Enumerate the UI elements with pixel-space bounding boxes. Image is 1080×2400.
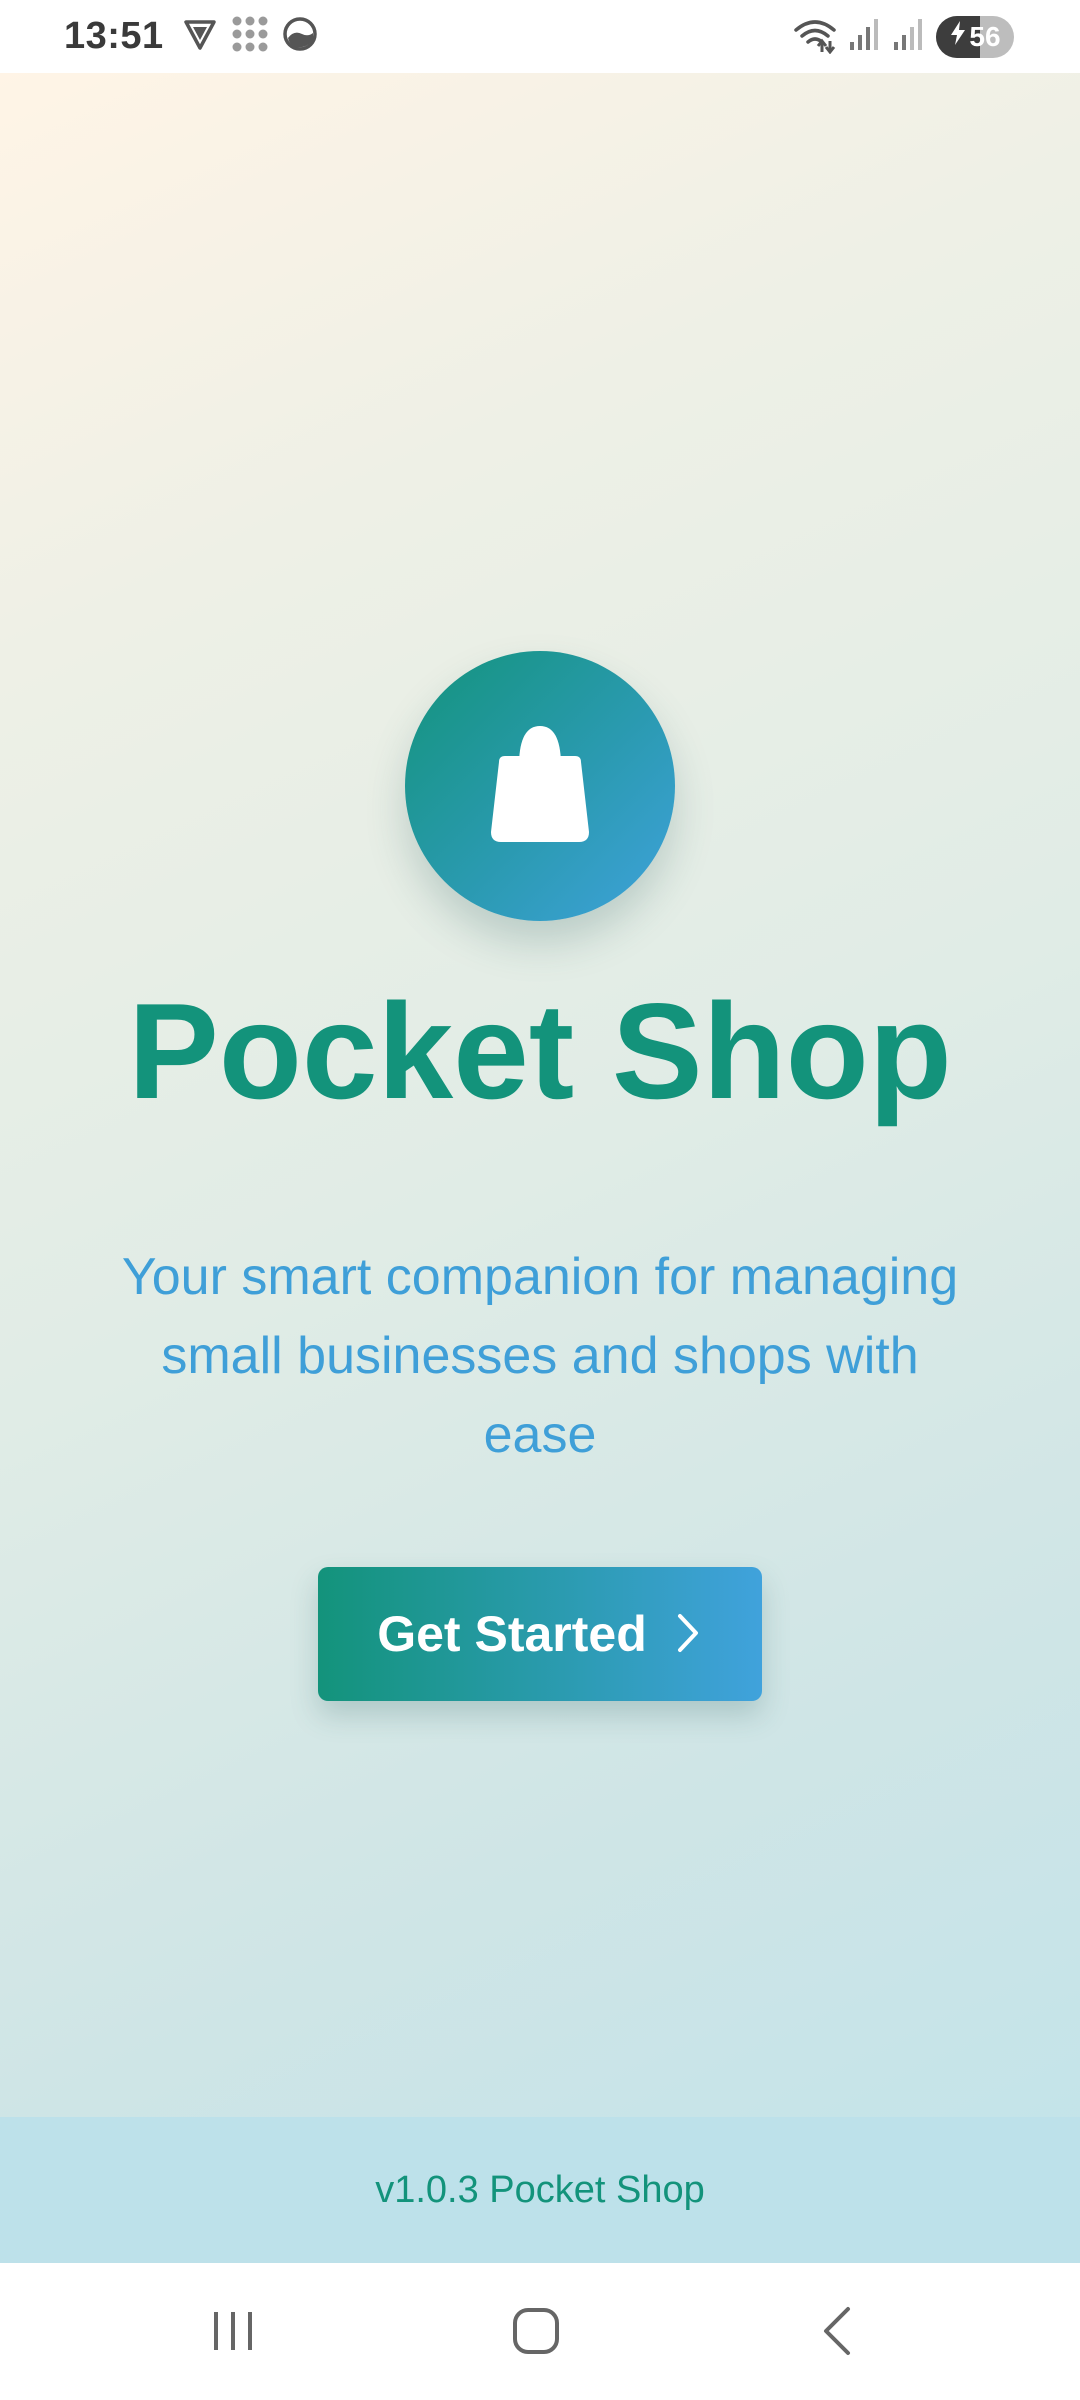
- battery-charging-icon: [949, 20, 967, 53]
- notification-icons: [182, 14, 318, 59]
- system-indicators: 56: [792, 14, 1014, 59]
- app-screen: 13:51 56 Pocket Shop Your smart companio…: [0, 0, 1080, 2400]
- signal-icon: [892, 16, 926, 57]
- app-title: Pocket Shop: [128, 975, 952, 1127]
- battery-indicator: 56: [936, 15, 1014, 58]
- navigation-bar: [0, 2263, 1080, 2400]
- home-icon: [510, 2305, 562, 2362]
- signal-icon: [848, 16, 882, 57]
- get-started-button[interactable]: Get Started: [318, 1567, 762, 1701]
- battery-level: 56: [969, 20, 1001, 52]
- version-label: v1.0.3 Pocket Shop: [375, 2168, 705, 2211]
- recent-apps-button[interactable]: [173, 2283, 293, 2383]
- vpn-shield-icon: [182, 16, 218, 57]
- back-button[interactable]: [778, 2283, 898, 2383]
- footer: v1.0.3 Pocket Shop: [0, 2117, 1080, 2263]
- app-tagline: Your smart companion for managing small …: [121, 1248, 959, 1464]
- wifi-icon: [792, 14, 838, 59]
- recent-apps-icon: [208, 2306, 258, 2361]
- back-icon: [816, 2305, 860, 2362]
- weather-icon: [282, 16, 318, 57]
- home-button[interactable]: [476, 2283, 596, 2383]
- app-logo: [405, 651, 675, 921]
- chevron-right-icon: [673, 1611, 703, 1658]
- status-time: 13:51: [64, 15, 164, 57]
- welcome-screen: [0, 73, 1080, 2263]
- app-grid-icon: [230, 14, 270, 59]
- shopping-bag-icon: [485, 724, 595, 849]
- get-started-label: Get Started: [377, 1606, 647, 1662]
- status-bar: 13:51 56: [0, 0, 1080, 73]
